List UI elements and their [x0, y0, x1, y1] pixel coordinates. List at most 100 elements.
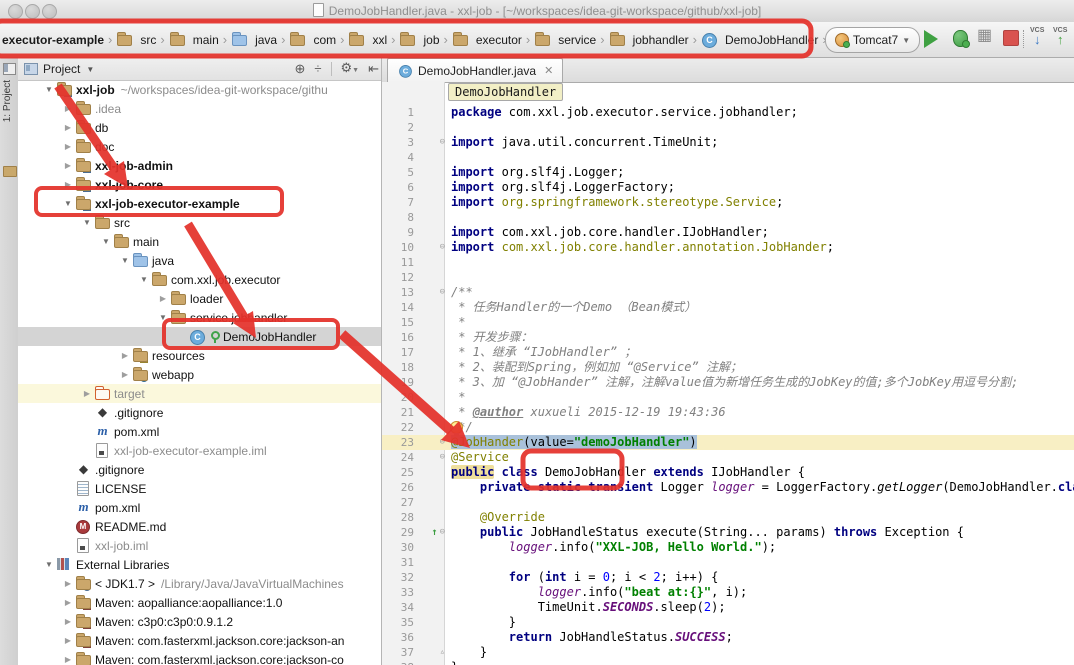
tree-row[interactable]: ▼com.xxl.job.executor: [18, 270, 381, 289]
code-line[interactable]: 38}: [382, 660, 1074, 665]
folder-icon[interactable]: [3, 166, 17, 177]
breadcrumb-item[interactable]: src: [116, 32, 156, 47]
tree-row[interactable]: xxl-job.iml: [18, 536, 381, 555]
code-line[interactable]: 11: [382, 255, 1074, 270]
chevron-expanded-icon[interactable]: ▼: [137, 275, 151, 284]
chevron-down-icon[interactable]: ▼: [86, 65, 94, 74]
chevron-expanded-icon[interactable]: ▼: [61, 199, 75, 208]
tree-row[interactable]: ▶target: [18, 384, 381, 403]
chevron-expanded-icon[interactable]: ▼: [42, 85, 56, 94]
code-line[interactable]: 30 logger.info("XXL-JOB, Hello World.");: [382, 540, 1074, 555]
tree-row[interactable]: ▶Maven: c3p0:c3p0:0.9.1.2: [18, 612, 381, 631]
tree-row[interactable]: ▶xxl-job-core: [18, 175, 381, 194]
code-line[interactable]: 28 @Override: [382, 510, 1074, 525]
tree-row[interactable]: ▶Maven: com.fasterxml.jackson.core:jacks…: [18, 631, 381, 650]
code-line[interactable]: 15 *: [382, 315, 1074, 330]
code-line[interactable]: 2: [382, 120, 1074, 135]
breadcrumb-item[interactable]: DemoJobHandler: [701, 32, 818, 47]
tree-row[interactable]: DemoJobHandler: [18, 327, 381, 346]
fold-end-icon[interactable]: ▵: [440, 645, 445, 660]
breadcrumb-item[interactable]: xxl: [348, 32, 387, 47]
tree-row[interactable]: ▶loader: [18, 289, 381, 308]
run-configuration-select[interactable]: Tomcat7 ▼: [825, 27, 920, 53]
code-line[interactable]: 6import org.slf4j.LoggerFactory;: [382, 180, 1074, 195]
collapse-all-icon[interactable]: ÷: [314, 58, 321, 80]
chevron-collapsed-icon[interactable]: ▶: [61, 142, 75, 151]
code-line[interactable]: 17 * 1、继承 “IJobHandler” ；: [382, 345, 1074, 360]
code-line[interactable]: 8: [382, 210, 1074, 225]
code-line[interactable]: 20 *: [382, 390, 1074, 405]
code-line[interactable]: 12: [382, 270, 1074, 285]
code-line[interactable]: 19 * 3、加 “@JobHander” 注解，注解value值为新增任务生成…: [382, 375, 1074, 390]
code-line[interactable]: 26 private static transient Logger logge…: [382, 480, 1074, 495]
code-line[interactable]: 3⊖import java.util.concurrent.TimeUnit;: [382, 135, 1074, 150]
vcs-update-button[interactable]: VCS ↓: [1030, 26, 1044, 44]
chevron-expanded-icon[interactable]: ▼: [80, 218, 94, 227]
tree-row[interactable]: pom.xml: [18, 498, 381, 517]
tool-strip-label[interactable]: 1: Project: [2, 80, 13, 122]
tree-row[interactable]: ▼service.jobhandler: [18, 308, 381, 327]
close-icon[interactable]: ✕: [544, 64, 553, 77]
code-line[interactable]: 18 * 2、装配到Spring，例如加 “@Service” 注解；: [382, 360, 1074, 375]
tree-row[interactable]: ▶db: [18, 118, 381, 137]
tree-row[interactable]: .gitignore: [18, 403, 381, 422]
tree-row[interactable]: ▼External Libraries: [18, 555, 381, 574]
code-line[interactable]: 10⊖import com.xxl.job.core.handler.annot…: [382, 240, 1074, 255]
code-line[interactable]: 33 logger.info("beat at:{}", i);: [382, 585, 1074, 600]
override-icon[interactable]: ↑: [432, 525, 438, 540]
tree-row[interactable]: ▶Maven: com.fasterxml.jackson.core:jacks…: [18, 650, 381, 665]
tree-row[interactable]: xxl-job-executor-example.iml: [18, 441, 381, 460]
chevron-collapsed-icon[interactable]: ▶: [80, 389, 94, 398]
code-line[interactable]: 27: [382, 495, 1074, 510]
breadcrumb-item[interactable]: job: [399, 32, 439, 47]
chevron-collapsed-icon[interactable]: ▶: [61, 636, 75, 645]
tab-demojobhandler[interactable]: DemoJobHandler.java ✕: [387, 58, 563, 82]
code-line[interactable]: 32 for (int i = 0; i < 2; i++) {: [382, 570, 1074, 585]
chevron-collapsed-icon[interactable]: ▶: [61, 598, 75, 607]
chevron-collapsed-icon[interactable]: ▶: [61, 579, 75, 588]
tree-row[interactable]: ▶Maven: aopalliance:aopalliance:1.0: [18, 593, 381, 612]
code-line[interactable]: 9import com.xxl.job.core.handler.IJobHan…: [382, 225, 1074, 240]
tree-row[interactable]: ▶resources: [18, 346, 381, 365]
coverage-button[interactable]: ▦: [977, 27, 992, 45]
code-line[interactable]: 13⊖/**: [382, 285, 1074, 300]
tree-row[interactable]: .gitignore: [18, 460, 381, 479]
code-line[interactable]: 7import org.springframework.stereotype.S…: [382, 195, 1074, 210]
breadcrumb-item[interactable]: java: [231, 32, 277, 47]
chevron-collapsed-icon[interactable]: ▶: [61, 123, 75, 132]
fold-icon[interactable]: ⊖: [440, 450, 445, 465]
tree-row[interactable]: pom.xml: [18, 422, 381, 441]
intention-bulb-icon[interactable]: [450, 421, 463, 434]
code-line[interactable]: 25public class DemoJobHandler extends IJ…: [382, 465, 1074, 480]
chevron-collapsed-icon[interactable]: ▶: [61, 617, 75, 626]
code-line[interactable]: 29↑⊖ public JobHandleStatus execute(Stri…: [382, 525, 1074, 540]
minimize-button[interactable]: [25, 4, 40, 19]
tree-row[interactable]: ▼java: [18, 251, 381, 270]
code-line[interactable]: 34 TimeUnit.SECONDS.sleep(2);: [382, 600, 1074, 615]
vcs-commit-button[interactable]: VCS ↑: [1053, 26, 1067, 44]
chevron-expanded-icon[interactable]: ▼: [118, 256, 132, 265]
code-line[interactable]: 4: [382, 150, 1074, 165]
breadcrumb-item[interactable]: jobhandler: [609, 32, 689, 47]
tree-row[interactable]: README.md: [18, 517, 381, 536]
code-line[interactable]: 37▵ }: [382, 645, 1074, 660]
tree-row[interactable]: LICENSE: [18, 479, 381, 498]
fold-icon[interactable]: ⊖: [440, 435, 445, 450]
chevron-expanded-icon[interactable]: ▼: [42, 560, 56, 569]
chevron-collapsed-icon[interactable]: ▶: [61, 104, 75, 113]
tree-row[interactable]: ▶xxl-job-admin: [18, 156, 381, 175]
chevron-collapsed-icon[interactable]: ▶: [61, 161, 75, 170]
gear-icon[interactable]: ⚙▼: [341, 58, 360, 82]
tree-row[interactable]: ▶doc: [18, 137, 381, 156]
breadcrumb-item[interactable]: executor: [452, 32, 522, 47]
zoom-button[interactable]: [42, 4, 57, 19]
code-line[interactable]: 24⊖@Service: [382, 450, 1074, 465]
hide-panel-icon[interactable]: ⇤: [368, 58, 379, 80]
tree-row[interactable]: ▼src: [18, 213, 381, 232]
breadcrumb-item[interactable]: com: [289, 32, 336, 47]
chevron-expanded-icon[interactable]: ▼: [156, 313, 170, 322]
code-line[interactable]: 22 */: [382, 420, 1074, 435]
fold-icon[interactable]: ⊖: [440, 240, 445, 255]
run-button[interactable]: [924, 30, 938, 48]
locate-icon[interactable]: ⊕: [294, 58, 305, 80]
